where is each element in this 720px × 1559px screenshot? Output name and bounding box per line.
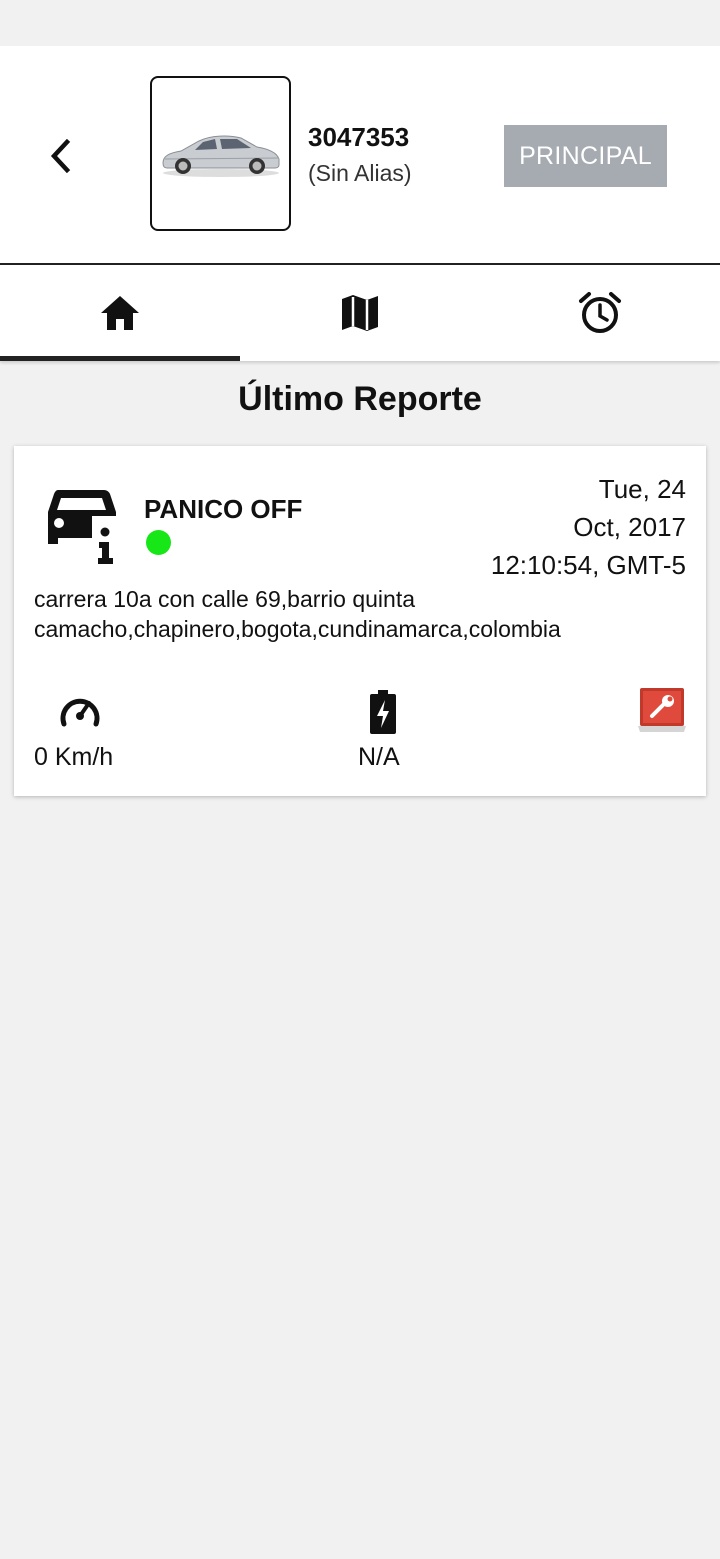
- speed-value: 0 Km/h: [34, 743, 114, 771]
- vehicle-plate: 3047353: [308, 122, 410, 152]
- vehicle-photo[interactable]: [150, 76, 291, 231]
- report-date-line: Oct, 2017: [573, 512, 686, 542]
- chevron-left-icon: [50, 139, 71, 173]
- section-title: Último Reporte: [238, 380, 482, 418]
- battery-value: N/A: [358, 743, 400, 771]
- tab-bar: [0, 265, 720, 361]
- address-line: camacho,chapinero,bogota,cundinamarca,co…: [34, 616, 561, 642]
- map-icon: [342, 295, 378, 331]
- car-photo: [161, 135, 279, 177]
- home-icon: [101, 296, 139, 330]
- tab-map[interactable]: [240, 265, 480, 361]
- report-address: carrera 10a con calle 69,barrio quinta c…: [34, 584, 694, 644]
- speedometer-icon: [58, 690, 102, 734]
- event-name: PANICO OFF: [144, 494, 303, 524]
- report-date-line: Tue, 24: [598, 474, 686, 504]
- car-info-icon: [44, 486, 124, 570]
- address-line: carrera 10a con calle 69,barrio quinta: [34, 586, 416, 612]
- report-datetime: Tue, 24 Oct, 2017 12:10:54, GMT-5: [446, 470, 686, 584]
- laptop-wrench-icon[interactable]: [638, 688, 686, 738]
- back-button[interactable]: [40, 134, 80, 178]
- vehicle-header: 3047353 (Sin Alias) PRINCIPAL: [0, 46, 720, 265]
- principal-button[interactable]: PRINCIPAL: [504, 125, 667, 187]
- battery-charging-icon: [369, 690, 397, 738]
- status-indicator: [146, 530, 171, 555]
- tab-alarm[interactable]: [480, 265, 720, 361]
- vehicle-alias: (Sin Alias): [308, 160, 412, 186]
- report-time-line: 12:10:54, GMT-5: [490, 550, 686, 580]
- alarm-clock-icon: [579, 292, 621, 333]
- tab-home[interactable]: [0, 265, 240, 361]
- report-card[interactable]: PANICO OFF Tue, 24 Oct, 2017 12:10:54, G…: [14, 446, 706, 796]
